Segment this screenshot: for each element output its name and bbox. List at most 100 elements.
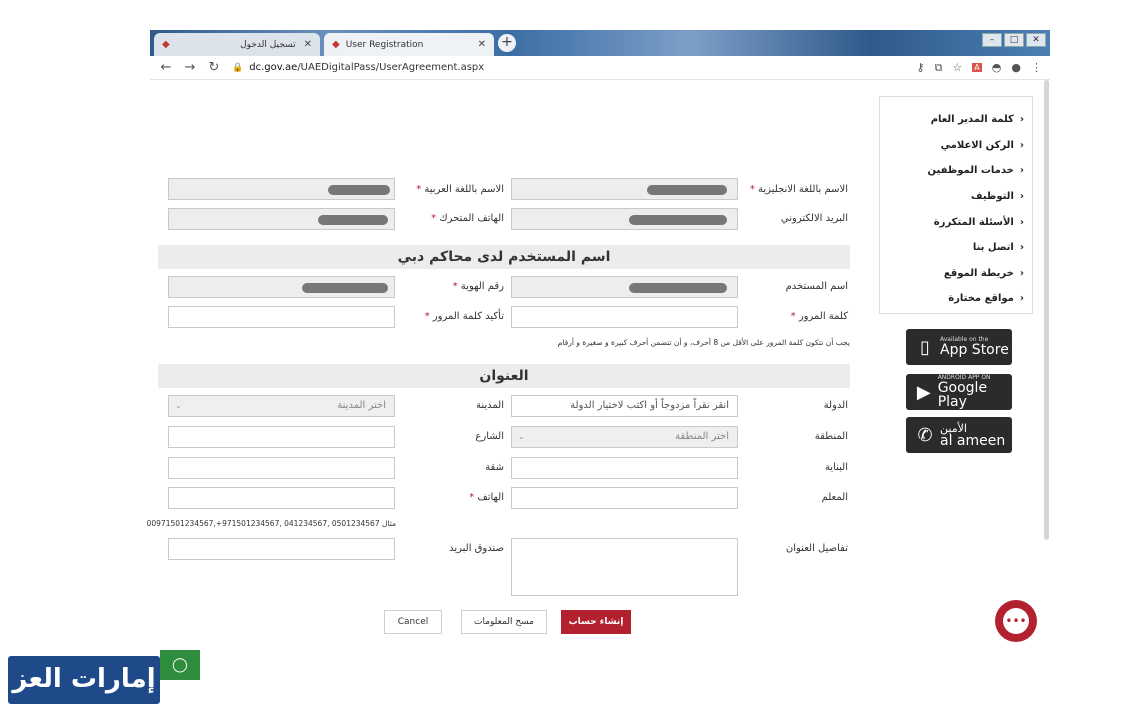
chevron-left-icon: ‹ [1019,165,1024,177]
translate-icon[interactable]: ⧉ [935,61,943,75]
address-section-header: العنوان [158,364,850,388]
new-tab-button[interactable]: + [498,34,516,52]
maximize-icon[interactable]: □ [1004,33,1024,47]
chevron-left-icon: ‹ [1019,267,1024,279]
city-label: المدينة [475,400,504,411]
po-box-input[interactable] [168,538,395,560]
extension-icon[interactable]: ◓ [992,61,1002,74]
chat-button[interactable]: ••• [995,600,1037,642]
redacted-value [328,185,390,195]
building-input[interactable] [511,457,738,479]
chevron-left-icon: ‹ [1019,293,1024,305]
sidebar-item-sitemap[interactable]: ‹ خريطة الموقع [880,261,1024,287]
chevron-left-icon: ‹ [1019,191,1024,203]
back-icon[interactable]: ← [158,60,174,75]
registration-page: الاسم باللغة الانجليزية * الاسم باللغة ا… [147,80,1050,670]
url-field[interactable]: dc.gov.ae/UAEDigitalPass/UserAgreement.a… [249,62,484,73]
whatsapp-icon: ◯ [160,650,200,680]
landmark-input[interactable] [511,487,738,509]
sidebar-item-careers[interactable]: ‹ التوظيف [880,184,1024,210]
key-icon[interactable]: ⚷ [917,61,925,74]
cancel-button[interactable]: Cancel [384,610,442,634]
tab-label: تسجيل الدخول [240,39,296,50]
confirm-password-input[interactable] [168,306,395,328]
password-hint: يجب أن تتكون كلمة المرور على الأقل من 8 … [557,338,850,347]
close-window-icon[interactable]: ✕ [1026,33,1046,47]
play-icon: ▶ [916,381,931,403]
address-details-label: تفاصيل العنوان [785,543,848,554]
country-label: الدولة [823,400,848,411]
lock-icon[interactable]: 🔒 [232,63,243,73]
name-ar-label: الاسم باللغة العربية * [416,184,504,195]
window-controls: – □ ✕ [982,33,1046,47]
landmark-label: المعلم [821,492,848,503]
email-input[interactable] [511,208,738,230]
browser-tab-bar: ◆ تسجيل الدخول ✕ ◆ User Registration ✕ +… [150,30,1050,56]
toolbar-icons: ⚷ ⧉ ☆ A ◓ ● ⋮ [917,61,1043,75]
city-select[interactable]: اختر المدينة ⌄ [168,395,395,417]
username-label: اسم المستخدم [785,281,848,292]
phone-label: الهاتف * [469,492,504,503]
tab-user-registration[interactable]: ◆ User Registration ✕ [324,33,494,56]
sidebar-item-media[interactable]: ‹ الركن الاعلامي [880,133,1024,159]
chevron-left-icon: ‹ [1019,242,1024,254]
chevron-down-icon: ⌄ [175,401,182,410]
name-en-input[interactable] [511,178,738,200]
password-input[interactable] [511,306,738,328]
close-tab-icon[interactable]: ✕ [478,39,486,50]
minimize-icon[interactable]: – [982,33,1002,47]
sidebar-menu: ‹ كلمة المدير العام ‹ الركن الاعلامي ‹ خدما… [879,96,1033,314]
flat-input[interactable] [168,457,395,479]
sidebar-item-links[interactable]: ‹ مواقع مختارة [880,286,1024,312]
menu-icon[interactable]: ⋮ [1031,61,1042,74]
phone-input[interactable] [168,487,395,509]
star-icon[interactable]: ☆ [952,61,962,74]
username-input[interactable] [511,276,738,298]
chevron-left-icon: ‹ [1019,216,1024,228]
confirm-password-label: تأكيد كلمة المرور * [424,311,504,322]
address-details-textarea[interactable] [511,538,738,596]
tab-login[interactable]: ◆ تسجيل الدخول ✕ [154,33,320,56]
sidebar-item-director-message[interactable]: ‹ كلمة المدير العام [880,107,1024,133]
building-label: البناية [824,462,848,473]
street-input[interactable] [168,426,395,448]
pdf-extension-icon[interactable]: A [972,63,982,72]
forward-icon[interactable]: → [182,60,198,75]
emirates-id-label: رقم الهوية * [452,281,504,292]
name-en-label: الاسم باللغة الانجليزية * [749,184,848,195]
flat-label: شقة [485,462,504,473]
email-label: البريد الالكتروني [780,213,848,224]
chevron-left-icon: ‹ [1019,139,1024,151]
redacted-value [629,283,727,293]
page-scrollbar[interactable] [1044,80,1049,540]
country-input[interactable]: انقر نقراً مزدوجاً أو اكتب لاختيار الدول… [511,395,738,417]
area-label: المنطقة [814,431,848,442]
area-select[interactable]: اختر المنطقة ⌄ [511,426,738,448]
clear-info-button[interactable]: مسح المعلومات [461,610,547,634]
chevron-down-icon: ⌄ [518,432,525,441]
watermark-logo: إمارات العز [8,656,160,704]
google-play-badge[interactable]: ▶ ANDROID APP ON Google Play [906,374,1012,410]
emirates-id-input[interactable] [168,276,395,298]
mobile-label: الهاتف المتحرك * [431,213,504,224]
redacted-value [302,283,388,293]
redacted-value [318,215,388,225]
site-favicon-icon: ◆ [332,39,340,50]
reload-icon[interactable]: ↻ [206,60,222,75]
close-tab-icon[interactable]: ✕ [304,39,312,50]
chat-bubble-icon: ••• [1003,608,1029,634]
profile-icon[interactable]: ● [1011,61,1021,74]
sidebar-item-faq[interactable]: ‹ الأسئلة المتكررة [880,209,1024,235]
sidebar-item-contact[interactable]: ‹ اتصل بنا [880,235,1024,261]
app-store-badge[interactable]: ▯ Available on the App Store [906,329,1012,365]
redacted-value [647,185,727,195]
redacted-value [629,215,727,225]
al-ameen-badge[interactable]: ✆ الأمين al ameen [906,417,1012,453]
create-account-button[interactable]: إنشاء حساب [561,610,631,634]
mobile-input[interactable] [168,208,395,230]
po-box-label: صندوق البريد [449,543,504,554]
name-ar-input[interactable] [168,178,395,200]
phone-call-icon: ✆ [917,424,933,446]
sidebar-item-employee-services[interactable]: ‹ خدمات الموظفين [880,158,1024,184]
address-bar: ← → ↻ 🔒 dc.gov.ae/UAEDigitalPass/UserAgr… [150,56,1050,80]
